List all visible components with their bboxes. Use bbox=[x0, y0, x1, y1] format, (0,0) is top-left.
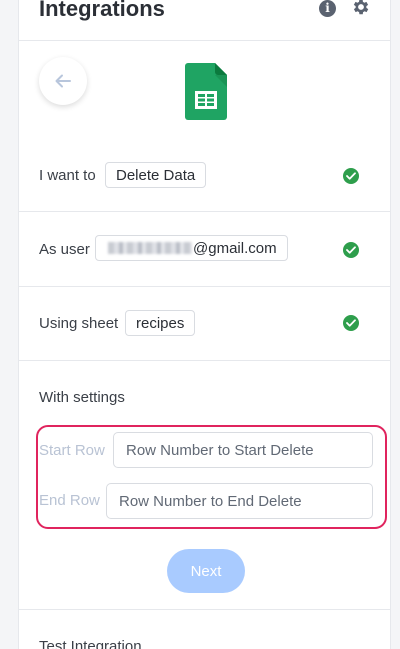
header: Integrations i bbox=[19, 0, 390, 41]
google-sheets-icon bbox=[185, 63, 227, 120]
settings-title: With settings bbox=[39, 389, 125, 406]
start-row-label: Start Row bbox=[39, 442, 105, 459]
check-icon bbox=[343, 168, 359, 184]
page-title: Integrations bbox=[39, 0, 165, 21]
integrations-panel: Integrations i I want to Delete Data As … bbox=[18, 0, 391, 649]
user-account-select[interactable]: @gmail.com bbox=[95, 235, 288, 261]
back-button[interactable] bbox=[39, 57, 87, 105]
action-select[interactable]: Delete Data bbox=[105, 162, 207, 188]
sheet-label: Using sheet bbox=[39, 315, 119, 332]
redacted-username bbox=[108, 242, 192, 254]
next-button[interactable]: Next bbox=[167, 549, 245, 593]
hero bbox=[19, 41, 390, 139]
check-icon bbox=[343, 315, 359, 331]
divider bbox=[19, 609, 390, 610]
check-icon bbox=[343, 242, 359, 258]
sheet-row: Using sheet recipes bbox=[19, 287, 390, 361]
user-email-domain: @gmail.com bbox=[193, 240, 277, 257]
end-row-input[interactable] bbox=[106, 483, 373, 519]
gear-icon[interactable] bbox=[351, 0, 371, 17]
info-icon[interactable]: i bbox=[319, 0, 336, 17]
arrow-left-icon bbox=[55, 74, 71, 88]
user-row: As user @gmail.com bbox=[19, 212, 390, 287]
action-label: I want to bbox=[39, 167, 96, 184]
start-row-input[interactable] bbox=[113, 432, 373, 468]
end-row-label: End Row bbox=[39, 492, 100, 509]
test-integration-title: Test Integration bbox=[39, 638, 142, 649]
sheet-select[interactable]: recipes bbox=[125, 310, 196, 336]
user-label: As user bbox=[39, 241, 90, 258]
action-row: I want to Delete Data bbox=[19, 139, 390, 212]
